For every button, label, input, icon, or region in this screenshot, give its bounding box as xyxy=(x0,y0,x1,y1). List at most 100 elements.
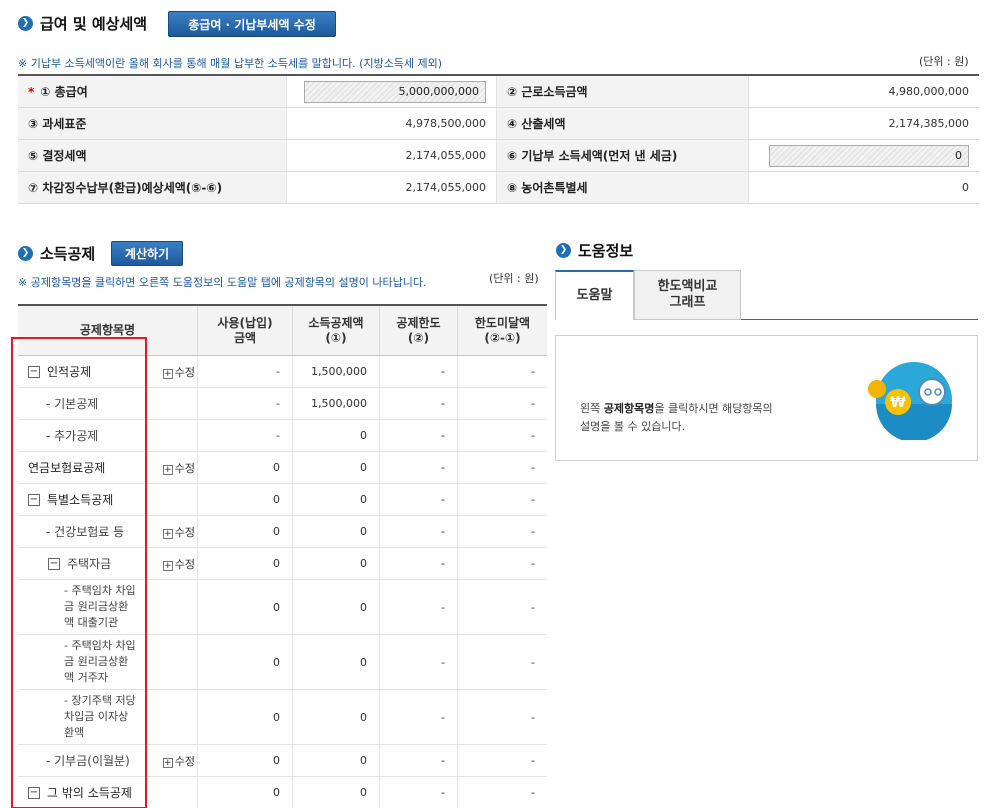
plus-icon: + xyxy=(162,528,173,539)
row-name-cell: - 주택임차 차입 금 원리금상환 액 거주자 xyxy=(18,635,198,689)
total-salary-label-text: ① 총급여 xyxy=(40,85,88,99)
under-limit: - xyxy=(531,600,535,614)
help-content-box: 왼쪽 공제항목명을 클릭하시면 해당항목의 설명을 볼 수 있습니다. ₩ xyxy=(555,335,978,461)
total-salary-input[interactable]: 5,000,000,000 xyxy=(304,80,486,103)
deduction-limit: - xyxy=(380,690,458,744)
section-bullet-icon: ❯ xyxy=(18,16,33,31)
salary-edit-button[interactable]: 총급여 · 기납부세액 수정 xyxy=(168,11,336,37)
edit-link[interactable]: + 수정 xyxy=(162,460,195,476)
deduction-item-link[interactable]: 연금보험료공제 xyxy=(28,459,105,476)
row-name-cell: − 그 밖의 소득공제 xyxy=(18,777,198,808)
row-name-cell: − 인적공제 + 수정 xyxy=(18,356,198,387)
row-name-cell: - 추가공제 xyxy=(18,420,198,451)
won-character-icon: ₩ xyxy=(868,362,952,440)
tax-base-value: 4,978,500,000 xyxy=(286,108,497,139)
salary-note: ※ 기납부 소득세액이란 올해 회사를 통해 매월 납부한 소득세를 말합니다.… xyxy=(18,57,443,70)
table-row: 연금보험료공제 + 수정 0 0 - - xyxy=(18,452,547,484)
expected-tax-value: 2,174,055,000 xyxy=(286,172,497,203)
deduction-item-link[interactable]: - 주택임차 차입 금 원리금상환 액 대출기관 xyxy=(64,583,152,631)
deduction-amount: 0 xyxy=(293,635,380,689)
deduction-limit: - xyxy=(380,484,458,515)
salary-title-text: 급여 및 예상세액 xyxy=(40,15,148,33)
won-symbol: ₩ xyxy=(890,395,906,411)
deduction-item-link[interactable]: - 추가공제 xyxy=(46,427,98,444)
help-section-title: ❯ 도움정보 xyxy=(556,240,633,261)
deduction-item-link[interactable]: - 기부금(이월분) xyxy=(46,752,130,769)
deduction-item-link[interactable]: - 주택임차 차입 금 원리금상환 액 거주자 xyxy=(64,638,152,686)
table-row: − 그 밖의 소득공제 0 0 - - xyxy=(18,777,547,808)
calculate-button[interactable]: 계산하기 xyxy=(111,241,183,266)
used-amount: 0 xyxy=(198,548,293,579)
deduction-limit: - xyxy=(380,635,458,689)
used-amount: 0 xyxy=(198,452,293,483)
used-amount: 0 xyxy=(198,580,293,634)
table-row: - 기부금(이월분) + 수정 0 0 - - xyxy=(18,745,547,777)
table-row: - 주택임차 차입 금 원리금상환 액 대출기관 0 0 - - xyxy=(18,580,547,635)
deduction-table: 공제항목명 사용(납입) 금액 소득공제액 (①) 공제한도 (②) 한도미달액 (②-… xyxy=(18,304,547,808)
edit-link[interactable]: + 수정 xyxy=(162,556,195,572)
used-amount: - xyxy=(198,388,293,419)
deduction-note: ※ 공제항목명을 클릭하면 오른쪽 도움정보의 도움말 탭에 공제항목의 설명이… xyxy=(18,276,427,289)
under-limit: - xyxy=(531,786,535,799)
determined-tax-value: 2,174,055,000 xyxy=(286,140,497,171)
tab-help[interactable]: 도움말 xyxy=(555,270,634,320)
table-row: - 건강보험료 등 + 수정 0 0 - - xyxy=(18,516,547,548)
earned-income-value: 4,980,000,000 xyxy=(748,76,979,107)
deduction-item-link[interactable]: - 건강보험료 등 xyxy=(46,523,124,540)
calculated-tax-value: 2,174,385,000 xyxy=(748,108,979,139)
determined-tax-label: ⑤ 결정세액 xyxy=(18,140,286,171)
under-limit: - xyxy=(531,557,535,570)
plus-icon: + xyxy=(162,368,173,379)
summary-row: ③ 과세표준 4,978,500,000 ④ 산출세액 2,174,385,00… xyxy=(18,108,979,140)
edit-link[interactable]: + 수정 xyxy=(162,364,195,380)
collapse-icon[interactable]: − xyxy=(28,365,40,378)
deduction-limit: - xyxy=(380,452,458,483)
deduction-amount: 0 xyxy=(293,690,380,744)
collapse-icon[interactable]: − xyxy=(28,786,40,799)
collapse-icon[interactable]: − xyxy=(48,557,60,570)
row-name-cell: - 기본공제 xyxy=(18,388,198,419)
deduction-table-header: 공제항목명 사용(납입) 금액 소득공제액 (①) 공제한도 (②) 한도미달액 (②-… xyxy=(18,306,547,356)
table-row: − 주택자금 + 수정 0 0 - - xyxy=(18,548,547,580)
total-salary-label: * ① 총급여 xyxy=(18,76,286,107)
header-deduction-limit: 공제한도 (②) xyxy=(380,306,458,355)
deduction-item-link[interactable]: 특별소득공제 xyxy=(47,491,113,508)
tab-limit-graph[interactable]: 한도액비교 그래프 xyxy=(634,270,741,320)
under-limit: - xyxy=(531,493,535,506)
summary-row: ⑦ 차감징수납부(환급)예상세액(⑤-⑥) 2,174,055,000 ⑧ 농어… xyxy=(18,172,979,204)
deduction-amount: 1,500,000 xyxy=(293,388,380,419)
table-row: - 추가공제 - 0 - - xyxy=(18,420,547,452)
salary-unit: (단위 : 원) xyxy=(919,55,969,68)
under-limit: - xyxy=(531,461,535,474)
deduction-item-link[interactable]: - 기본공제 xyxy=(46,395,98,412)
calculated-tax-label: ④ 산출세액 xyxy=(497,108,748,139)
deduction-limit: - xyxy=(380,745,458,776)
header-used-amount: 사용(납입) 금액 xyxy=(198,306,293,355)
deduction-item-link[interactable]: 그 밖의 소득공제 xyxy=(47,784,132,801)
deduction-amount: 1,500,000 xyxy=(293,356,380,387)
used-amount: 0 xyxy=(198,745,293,776)
under-limit: - xyxy=(531,365,535,378)
collapse-icon[interactable]: − xyxy=(28,493,40,506)
deduction-limit: - xyxy=(380,548,458,579)
edit-link[interactable]: + 수정 xyxy=(162,524,195,540)
required-mark: * xyxy=(28,84,35,99)
deduction-item-link[interactable]: 주택자금 xyxy=(67,555,111,572)
deduction-unit: (단위 : 원) xyxy=(489,272,539,285)
table-row: - 주택임차 차입 금 원리금상환 액 거주자 0 0 - - xyxy=(18,635,547,690)
earned-income-label: ② 근로소득금액 xyxy=(497,76,748,107)
table-row: − 특별소득공제 0 0 - - xyxy=(18,484,547,516)
deduction-limit: - xyxy=(380,420,458,451)
deduction-item-link[interactable]: - 장기주택 저당 차입금 이자상 환액 xyxy=(64,693,152,741)
row-name-cell: − 주택자금 + 수정 xyxy=(18,548,198,579)
summary-row: ⑤ 결정세액 2,174,055,000 ⑥ 기납부 소득세액(먼저 낸 세금)… xyxy=(18,140,979,172)
edit-link[interactable]: + 수정 xyxy=(162,753,195,769)
rural-tax-label: ⑧ 농어촌특별세 xyxy=(497,172,748,203)
section-bullet-icon: ❯ xyxy=(556,243,571,258)
prepaid-tax-cell: 0 xyxy=(748,140,979,171)
tab-underline xyxy=(741,319,978,320)
prepaid-tax-input[interactable]: 0 xyxy=(769,144,969,167)
deduction-limit: - xyxy=(380,356,458,387)
deduction-limit: - xyxy=(380,388,458,419)
deduction-item-link[interactable]: 인적공제 xyxy=(47,363,91,380)
